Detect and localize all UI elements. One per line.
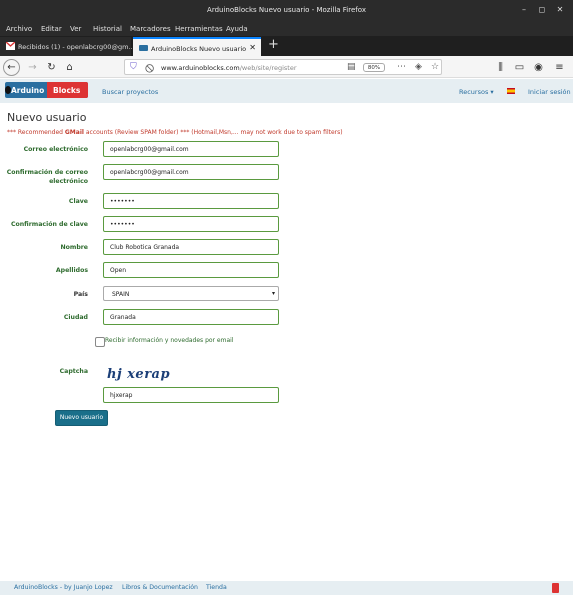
tab-arduinoblocks-label: ArduinoBlocks Nuevo usuario bbox=[151, 45, 247, 53]
country-select[interactable]: SPAIN ▾ bbox=[103, 286, 279, 301]
arduinoblocks-logo[interactable]: Arduino Blocks bbox=[5, 82, 88, 98]
back-arrow-icon[interactable]: ← bbox=[3, 59, 20, 76]
menu-ver[interactable]: Ver bbox=[70, 25, 81, 33]
newsletter-checkbox[interactable] bbox=[95, 337, 105, 347]
page-title: Nuevo usuario bbox=[7, 111, 87, 124]
site-header: Arduino Blocks Buscar proyectos Recursos… bbox=[0, 79, 573, 103]
sidebar-icon[interactable]: ▭ bbox=[512, 60, 527, 75]
reload-icon[interactable]: ↻ bbox=[44, 60, 59, 75]
library-icon[interactable]: ⫼ bbox=[493, 60, 508, 75]
pocket-icon[interactable]: ◈ bbox=[415, 62, 422, 72]
logo-text-arduino: Arduino bbox=[11, 86, 45, 95]
lock-icon[interactable]: 🛇 bbox=[145, 62, 154, 78]
arduinoblocks-icon bbox=[139, 45, 148, 51]
city-label: Ciudad bbox=[63, 314, 88, 321]
footer-badge-icon[interactable] bbox=[552, 583, 559, 593]
newsletter-label: Recibir información y novedades por emai… bbox=[105, 337, 234, 344]
menu-ayuda[interactable]: Ayuda bbox=[226, 25, 248, 33]
gmail-warning: *** Recommended GMail accounts (Review S… bbox=[7, 129, 343, 136]
close-icon[interactable]: ✕ bbox=[555, 5, 565, 14]
email-confirm-field[interactable]: openlabcrg00@gmail.com bbox=[103, 164, 279, 180]
zoom-level[interactable]: 80% bbox=[363, 63, 385, 72]
footer-store-link[interactable]: Tienda bbox=[206, 584, 227, 591]
url-text[interactable]: www.arduinoblocks.com/web/site/register bbox=[161, 64, 297, 72]
select-arrow-icon: ▾ bbox=[271, 290, 275, 297]
password-field[interactable]: ••••••• bbox=[103, 193, 279, 209]
window-titlebar: ArduinoBlocks Nuevo usuario - Mozilla Fi… bbox=[0, 0, 573, 21]
menu-marcadores[interactable]: Marcadores bbox=[130, 25, 171, 33]
page-actions-icon[interactable]: ⋯ bbox=[397, 62, 406, 72]
gmail-icon bbox=[6, 42, 15, 50]
nav-iniciar-sesion[interactable]: Iniciar sesión bbox=[528, 88, 571, 96]
email-field[interactable]: openlabcrg00@gmail.com bbox=[103, 141, 279, 157]
password-confirm-field[interactable]: ••••••• bbox=[103, 216, 279, 232]
url-bar[interactable]: ⛉ 🛇 www.arduinoblocks.com/web/site/regis… bbox=[124, 59, 442, 75]
forward-arrow-icon[interactable]: → bbox=[25, 60, 40, 75]
site-footer: ArduinoBlocks - by Juanjo Lopez Libros &… bbox=[0, 581, 573, 595]
spain-flag-icon[interactable] bbox=[507, 88, 515, 94]
tab-gmail[interactable]: Recibidos (1) - openlabcrg00@gm... bbox=[0, 37, 135, 56]
menu-historial[interactable]: Historial bbox=[93, 25, 122, 33]
surname-label: Apellidos bbox=[55, 267, 88, 274]
menu-archivo[interactable]: Archivo bbox=[6, 25, 32, 33]
captcha-field[interactable]: hjxerap bbox=[103, 387, 279, 403]
hamburger-menu-icon[interactable]: ≡ bbox=[552, 60, 567, 75]
password-confirm-label: Confirmación de clave bbox=[10, 221, 88, 228]
tab-gmail-label: Recibidos (1) - openlabcrg00@gm... bbox=[18, 43, 135, 51]
nav-recursos-dropdown[interactable]: Recursos ▾ bbox=[459, 88, 494, 96]
shield-icon[interactable]: ⛉ bbox=[130, 62, 137, 72]
tab-arduinoblocks[interactable]: ArduinoBlocks Nuevo usuario ✕ bbox=[133, 37, 261, 56]
logo-red-block: Blocks bbox=[47, 82, 88, 98]
password-label: Clave bbox=[68, 198, 88, 205]
country-label: País bbox=[73, 291, 88, 298]
email-label: Correo electrónico bbox=[23, 146, 88, 153]
home-icon[interactable]: ⌂ bbox=[62, 60, 77, 75]
footer-credit-link[interactable]: ArduinoBlocks - by Juanjo Lopez bbox=[14, 584, 113, 591]
minimize-icon[interactable]: – bbox=[519, 5, 529, 14]
captcha-image: hj xerap bbox=[107, 367, 171, 382]
captcha-label: Captcha bbox=[59, 368, 88, 375]
tab-close-icon[interactable]: ✕ bbox=[249, 43, 256, 52]
menu-herramientas[interactable]: Herramientas bbox=[175, 25, 223, 33]
menu-editar[interactable]: Editar bbox=[41, 25, 62, 33]
maximize-icon[interactable]: ◻ bbox=[537, 5, 547, 14]
footer-docs-link[interactable]: Libros & Documentación bbox=[122, 584, 198, 591]
country-selected-value: SPAIN bbox=[112, 291, 130, 298]
window-title: ArduinoBlocks Nuevo usuario - Mozilla Fi… bbox=[207, 6, 366, 14]
reader-view-icon[interactable]: ▤ bbox=[347, 62, 356, 72]
city-field[interactable]: Granada bbox=[103, 309, 279, 325]
menu-bar: Archivo Editar Ver Historial Marcadores … bbox=[0, 21, 573, 36]
name-label: Nombre bbox=[60, 244, 88, 251]
tab-bar: Recibidos (1) - openlabcrg00@gm... Ardui… bbox=[0, 36, 573, 56]
nuevo-usuario-button[interactable]: Nuevo usuario bbox=[55, 410, 108, 426]
navigation-bar: ← → ↻ ⌂ ⛉ 🛇 www.arduinoblocks.com/web/si… bbox=[0, 56, 573, 78]
email-confirm-label: Confirmación de correo electrónico bbox=[6, 169, 88, 185]
new-tab-icon[interactable]: + bbox=[268, 37, 279, 52]
account-icon[interactable]: ◉ bbox=[531, 60, 546, 75]
surname-field[interactable]: Open bbox=[103, 262, 279, 278]
bookmark-star-icon[interactable]: ☆ bbox=[431, 62, 439, 72]
name-field[interactable]: Club Robotica Granada bbox=[103, 239, 279, 255]
logo-text-blocks: Blocks bbox=[53, 86, 81, 95]
nav-buscar-proyectos[interactable]: Buscar proyectos bbox=[102, 88, 158, 96]
